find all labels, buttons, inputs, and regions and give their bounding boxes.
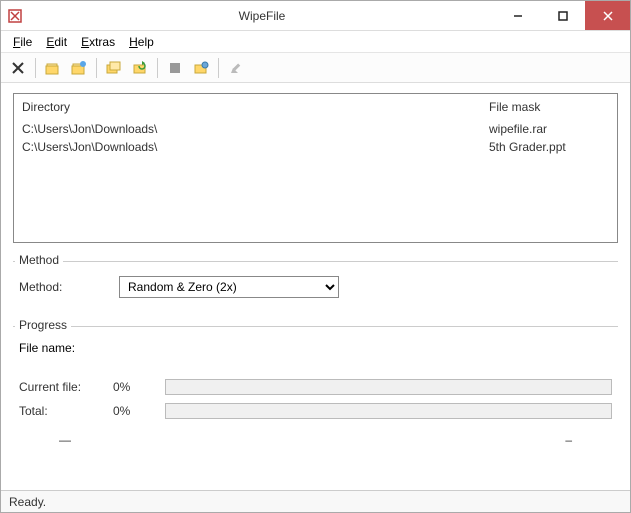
column-header-directory[interactable]: Directory xyxy=(22,100,489,114)
maximize-button[interactable] xyxy=(540,1,585,30)
method-select[interactable]: Random & Zero (2x) xyxy=(119,276,339,298)
menubar: File Edit Extras Help xyxy=(1,31,630,53)
content-area: Directory File mask C:\Users\Jon\Downloa… xyxy=(1,83,630,490)
copy-button[interactable] xyxy=(103,57,125,79)
refresh-button[interactable] xyxy=(129,57,151,79)
edit-button[interactable] xyxy=(225,57,247,79)
table-row[interactable]: C:\Users\Jon\Downloads\ 5th Grader.ppt xyxy=(22,138,609,156)
cell-directory: C:\Users\Jon\Downloads\ xyxy=(22,122,489,136)
total-label: Total: xyxy=(19,404,99,418)
options-button[interactable] xyxy=(190,57,212,79)
window-controls xyxy=(495,1,630,30)
app-icon xyxy=(7,8,23,24)
menu-help[interactable]: Help xyxy=(123,33,160,51)
cell-filemask: 5th Grader.ppt xyxy=(489,140,609,154)
toolbar-separator xyxy=(96,58,97,78)
total-progressbar xyxy=(165,403,612,419)
toolbar xyxy=(1,53,630,83)
file-list[interactable]: Directory File mask C:\Users\Jon\Downloa… xyxy=(13,93,618,243)
menu-edit[interactable]: Edit xyxy=(40,33,73,51)
close-button[interactable] xyxy=(585,1,630,30)
progress-dash-right: – xyxy=(565,433,572,447)
app-window: WipeFile File Edit Extras Help Directory… xyxy=(0,0,631,513)
current-file-percent: 0% xyxy=(113,380,151,394)
cell-filemask: wipefile.rar xyxy=(489,122,609,136)
progress-group: Progress File name: Current file: 0% Tot… xyxy=(13,326,618,457)
method-group-title: Method xyxy=(15,253,63,267)
delete-button[interactable] xyxy=(7,57,29,79)
column-header-filemask[interactable]: File mask xyxy=(489,100,609,114)
file-list-rows: C:\Users\Jon\Downloads\ wipefile.rar C:\… xyxy=(14,118,617,242)
status-text: Ready. xyxy=(9,495,46,509)
toolbar-separator xyxy=(218,58,219,78)
filename-label: File name: xyxy=(19,341,99,355)
current-file-progressbar xyxy=(165,379,612,395)
method-label: Method: xyxy=(19,280,99,294)
progress-group-title: Progress xyxy=(15,318,71,332)
toolbar-separator xyxy=(157,58,158,78)
menu-file[interactable]: File xyxy=(7,33,38,51)
table-row[interactable]: C:\Users\Jon\Downloads\ wipefile.rar xyxy=(22,120,609,138)
minimize-button[interactable] xyxy=(495,1,540,30)
cell-directory: C:\Users\Jon\Downloads\ xyxy=(22,140,489,154)
titlebar: WipeFile xyxy=(1,1,630,31)
add-folder-button[interactable] xyxy=(68,57,90,79)
menu-extras[interactable]: Extras xyxy=(75,33,121,51)
toolbar-separator xyxy=(35,58,36,78)
statusbar: Ready. xyxy=(1,490,630,512)
total-percent: 0% xyxy=(113,404,151,418)
progress-dash-left: — xyxy=(59,433,71,447)
stop-button[interactable] xyxy=(164,57,186,79)
file-list-header: Directory File mask xyxy=(14,94,617,118)
method-group: Method Method: Random & Zero (2x) xyxy=(13,261,618,308)
current-file-label: Current file: xyxy=(19,380,99,394)
window-title: WipeFile xyxy=(29,9,495,23)
add-file-button[interactable] xyxy=(42,57,64,79)
